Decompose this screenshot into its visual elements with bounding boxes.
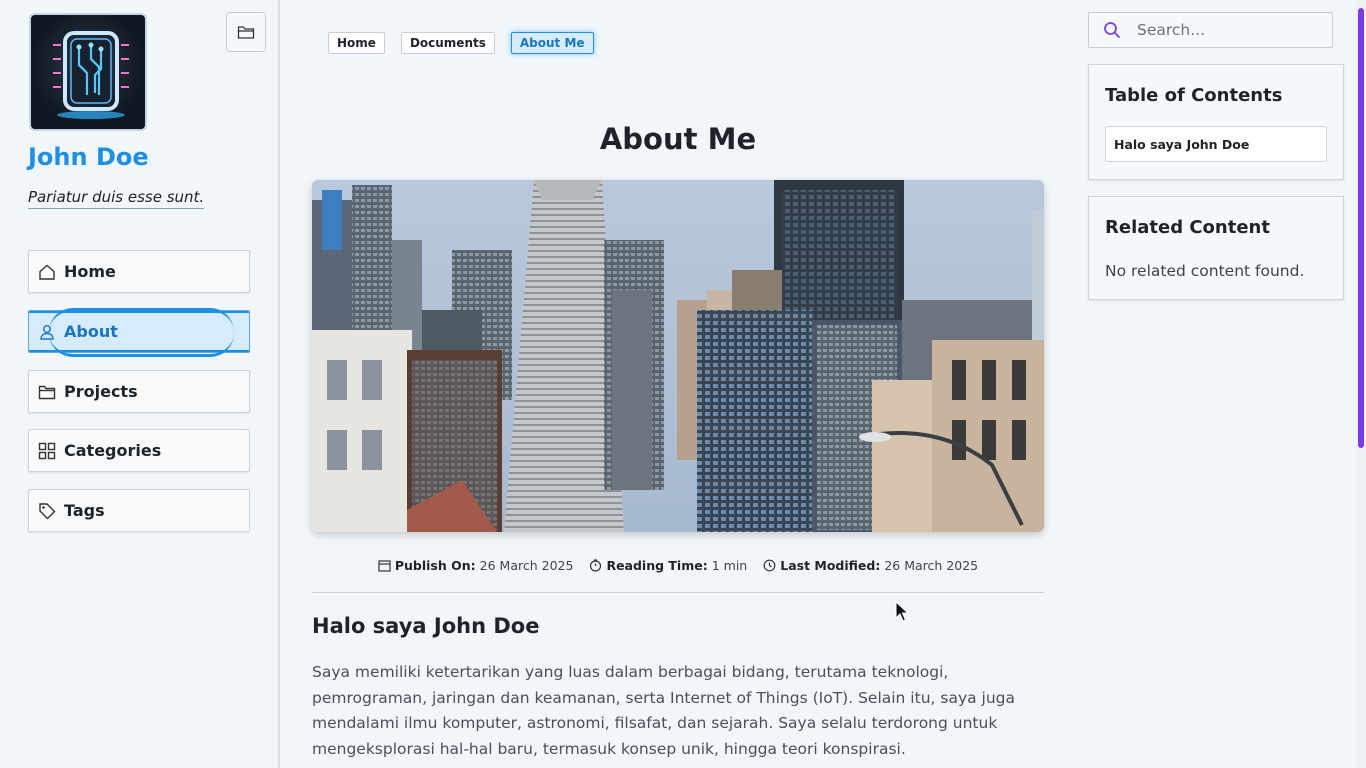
- about-paragraph: Saya memiliki ketertarikan yang luas dal…: [312, 663, 1016, 758]
- related-content: Related Content No related content found…: [1088, 196, 1344, 300]
- user-icon: [38, 323, 56, 341]
- sidebar-item-label: Home: [64, 262, 116, 281]
- page-title: About Me: [599, 122, 757, 156]
- publish-label: Publish On:: [394, 558, 476, 573]
- sidebar-item-label: Tags: [64, 501, 105, 520]
- folder-icon: [38, 383, 56, 401]
- site-name[interactable]: John Doe: [28, 143, 149, 171]
- clock-icon: [763, 559, 776, 572]
- toc-item[interactable]: Halo saya John Doe: [1105, 126, 1327, 162]
- calendar-icon: [378, 560, 391, 572]
- folder-toggle-button[interactable]: [226, 12, 266, 52]
- toc-title: Table of Contents: [1105, 85, 1283, 106]
- reading-value: 1 min: [711, 558, 748, 573]
- post-meta: Publish On: 26 March 2025 Reading Time: …: [312, 558, 1044, 573]
- sidebar-item-label: Categories: [64, 441, 162, 460]
- sidebar-item-projects[interactable]: Projects: [28, 370, 250, 413]
- page-scrollbar[interactable]: [1356, 0, 1366, 768]
- reading-time: Reading Time: 1 min: [589, 558, 747, 573]
- publish-value: 26 March 2025: [479, 558, 574, 573]
- breadcrumb: Home Documents About Me: [328, 32, 594, 54]
- sidebar-item-home[interactable]: Home: [28, 250, 250, 293]
- mouse-cursor-icon: [895, 601, 909, 622]
- sidebar-item-tags[interactable]: Tags: [28, 489, 250, 532]
- city-skyline-image: [312, 180, 1044, 532]
- sidebar-item-label: About: [64, 322, 118, 341]
- stopwatch-icon: [590, 559, 602, 572]
- home-icon: [38, 263, 56, 281]
- table-of-contents: Table of Contents Halo saya John Doe: [1088, 64, 1344, 180]
- sidebar-item-categories[interactable]: Categories: [28, 429, 250, 472]
- hero-image: [312, 180, 1044, 532]
- grid-icon: [38, 442, 56, 460]
- folder-icon: [237, 26, 255, 39]
- breadcrumb-home[interactable]: Home: [328, 32, 385, 54]
- last-modified: Last Modified: 26 March 2025: [763, 558, 978, 573]
- sidebar-item-label: Projects: [64, 382, 138, 401]
- sidebar-item-about[interactable]: About: [28, 308, 250, 357]
- tagline: Pariatur duis esse sunt.: [28, 188, 205, 209]
- scrollbar-thumb[interactable]: [1358, 8, 1364, 448]
- publish-date: Publish On: 26 March 2025: [378, 558, 574, 573]
- breadcrumb-documents[interactable]: Documents: [400, 32, 495, 54]
- sidebar: John Doe Pariatur duis esse sunt. Home A…: [0, 0, 280, 768]
- section-heading: Halo saya John Doe: [312, 614, 540, 638]
- tag-icon: [38, 502, 56, 520]
- divider: [312, 592, 1044, 593]
- search-box[interactable]: [1088, 12, 1333, 48]
- search-icon: [1104, 22, 1120, 38]
- avatar[interactable]: [29, 13, 147, 131]
- modified-label: Last Modified:: [780, 558, 881, 573]
- breadcrumb-current[interactable]: About Me: [510, 32, 594, 54]
- related-empty-message: No related content found.: [1105, 262, 1305, 280]
- related-title: Related Content: [1105, 217, 1270, 238]
- modified-value: 26 March 2025: [884, 558, 979, 573]
- reading-label: Reading Time:: [606, 558, 708, 573]
- circuit-chip-logo: [53, 31, 129, 119]
- search-input[interactable]: [1137, 21, 1307, 39]
